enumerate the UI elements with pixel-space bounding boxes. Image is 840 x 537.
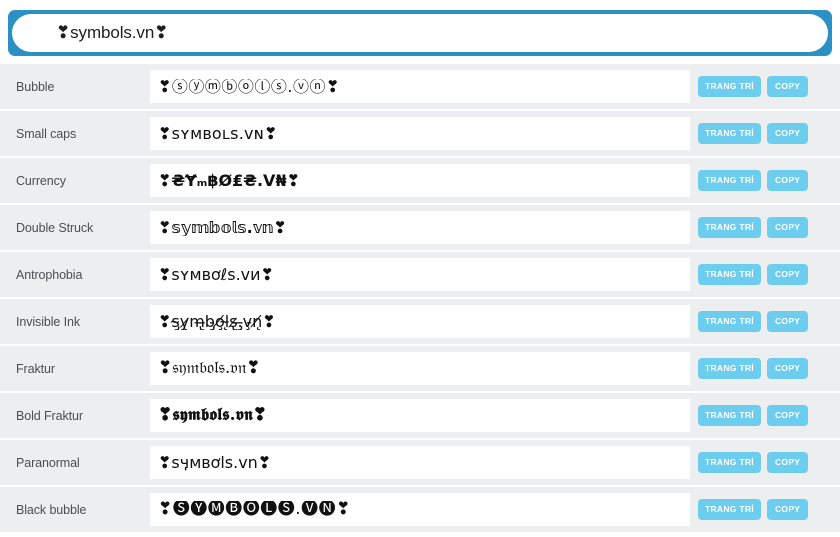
table-row: Antrophobia ❣ꜱʏᴍʙơℓꜱ.vи❣ TRANG TRÍ COPY	[0, 252, 840, 297]
style-name-label: Fraktur	[16, 361, 55, 376]
style-name-label: Bubble	[16, 79, 55, 94]
style-name-label: Paranormal	[16, 455, 80, 470]
copy-button[interactable]: COPY	[766, 405, 809, 426]
styled-text-field[interactable]: ❣ꜱʏᴍʙơℓꜱ.vи❣	[150, 258, 690, 291]
table-row: Bold Fraktur ❣𝖘𝖞𝖒𝖇𝖔𝖑𝖘.𝖛𝖓❣ TRANG TRÍ COPY	[0, 393, 840, 438]
styled-text-value: ❣ꜱӌᴍʙơls.vn❣	[158, 454, 272, 471]
row-actions: TRANG TRÍ COPY	[690, 264, 840, 285]
styled-text-value: ❣s̴̡y̷̨m̶̢b̵̡o̸̧l̴̨s̷̢.̶̡v̵̧n̸̨❣	[158, 313, 276, 330]
decorate-button[interactable]: TRANG TRÍ	[698, 405, 761, 426]
search-bar-container	[8, 10, 832, 56]
style-name-label: Double Struck	[16, 220, 94, 235]
styled-text-field[interactable]: ❣ꜱʏᴍʙᴏʟꜱ.ᴠɴ❣	[150, 117, 690, 150]
copy-button[interactable]: COPY	[766, 123, 809, 144]
styled-text-value: ❣🅢🅨🅜🅑🅞🅛🅢.🅥🅝❣	[158, 501, 351, 518]
style-name-label: Bold Fraktur	[16, 408, 83, 423]
styled-text-field[interactable]: ❣s̴̡y̷̨m̶̢b̵̡o̸̧l̴̨s̷̢.̶̡v̵̧n̸̨❣	[150, 305, 690, 338]
style-name-label: Black bubble	[16, 502, 87, 517]
search-input[interactable]	[12, 14, 828, 52]
copy-button[interactable]: COPY	[766, 499, 809, 520]
row-actions: TRANG TRÍ COPY	[690, 123, 840, 144]
table-row: Bubble ❣ⓢⓨⓜⓑⓞⓛⓢ.ⓥⓝ❣ TRANG TRÍ COPY	[0, 64, 840, 109]
row-actions: TRANG TRÍ COPY	[690, 170, 840, 191]
styled-text-value: ❣₴Ɏₘ฿Ø₤₴.V₦❣	[158, 172, 300, 189]
decorate-button[interactable]: TRANG TRÍ	[698, 170, 761, 191]
styled-text-value: ❣𝕤𝕪𝕞𝕓𝕠𝕝𝕤.𝕧𝕟❣	[158, 219, 287, 236]
row-actions: TRANG TRÍ COPY	[690, 358, 840, 379]
table-row: Invisible Ink ❣s̴̡y̷̨m̶̢b̵̡o̸̧l̴̨s̷̢.̶̡v…	[0, 299, 840, 344]
table-row: Double Struck ❣𝕤𝕪𝕞𝕓𝕠𝕝𝕤.𝕧𝕟❣ TRANG TRÍ COP…	[0, 205, 840, 250]
decorate-button[interactable]: TRANG TRÍ	[698, 499, 761, 520]
copy-button[interactable]: COPY	[766, 217, 809, 238]
row-actions: TRANG TRÍ COPY	[690, 405, 840, 426]
row-actions: TRANG TRÍ COPY	[690, 499, 840, 520]
style-list: Bubble ❣ⓢⓨⓜⓑⓞⓛⓢ.ⓥⓝ❣ TRANG TRÍ COPY Small…	[0, 64, 840, 532]
table-row: Currency ❣₴Ɏₘ฿Ø₤₴.V₦❣ TRANG TRÍ COPY	[0, 158, 840, 203]
decorate-button[interactable]: TRANG TRÍ	[698, 76, 761, 97]
styled-text-field[interactable]: ❣𝔰𝔶𝔪𝔟𝔬𝔩𝔰.𝔳𝔫❣	[150, 352, 690, 385]
table-row: Paranormal ❣ꜱӌᴍʙơls.vn❣ TRANG TRÍ COPY	[0, 440, 840, 485]
copy-button[interactable]: COPY	[766, 358, 809, 379]
styled-text-value: ❣ꜱʏᴍʙơℓꜱ.vи❣	[158, 266, 274, 283]
row-actions: TRANG TRÍ COPY	[690, 217, 840, 238]
decorate-button[interactable]: TRANG TRÍ	[698, 311, 761, 332]
copy-button[interactable]: COPY	[766, 170, 809, 191]
decorate-button[interactable]: TRANG TRÍ	[698, 264, 761, 285]
row-actions: TRANG TRÍ COPY	[690, 311, 840, 332]
styled-text-value: ❣ⓢⓨⓜⓑⓞⓛⓢ.ⓥⓝ❣	[158, 78, 340, 95]
styled-text-field[interactable]: ❣₴Ɏₘ฿Ø₤₴.V₦❣	[150, 164, 690, 197]
decorate-button[interactable]: TRANG TRÍ	[698, 358, 761, 379]
copy-button[interactable]: COPY	[766, 452, 809, 473]
styled-text-field[interactable]: ❣𝕤𝕪𝕞𝕓𝕠𝕝𝕤.𝕧𝕟❣	[150, 211, 690, 244]
copy-button[interactable]: COPY	[766, 311, 809, 332]
decorate-button[interactable]: TRANG TRÍ	[698, 217, 761, 238]
styled-text-field[interactable]: ❣ꜱӌᴍʙơls.vn❣	[150, 446, 690, 479]
copy-button[interactable]: COPY	[766, 264, 809, 285]
style-name-label: Antrophobia	[16, 267, 83, 282]
decorate-button[interactable]: TRANG TRÍ	[698, 123, 761, 144]
style-name-label: Currency	[16, 173, 66, 188]
table-row: Black bubble ❣🅢🅨🅜🅑🅞🅛🅢.🅥🅝❣ TRANG TRÍ COPY	[0, 487, 840, 532]
styled-text-value: ❣ꜱʏᴍʙᴏʟꜱ.ᴠɴ❣	[158, 125, 278, 142]
decorate-button[interactable]: TRANG TRÍ	[698, 452, 761, 473]
table-row: Fraktur ❣𝔰𝔶𝔪𝔟𝔬𝔩𝔰.𝔳𝔫❣ TRANG TRÍ COPY	[0, 346, 840, 391]
row-actions: TRANG TRÍ COPY	[690, 452, 840, 473]
table-row: Small caps ❣ꜱʏᴍʙᴏʟꜱ.ᴠɴ❣ TRANG TRÍ COPY	[0, 111, 840, 156]
styled-text-field[interactable]: ❣𝖘𝖞𝖒𝖇𝖔𝖑𝖘.𝖛𝖓❣	[150, 399, 690, 432]
styled-text-value: ❣𝖘𝖞𝖒𝖇𝖔𝖑𝖘.𝖛𝖓❣	[158, 407, 267, 424]
row-actions: TRANG TRÍ COPY	[690, 76, 840, 97]
styled-text-value: ❣𝔰𝔶𝔪𝔟𝔬𝔩𝔰.𝔳𝔫❣	[158, 360, 261, 377]
style-name-label: Invisible Ink	[16, 314, 81, 329]
styled-text-field[interactable]: ❣ⓢⓨⓜⓑⓞⓛⓢ.ⓥⓝ❣	[150, 70, 690, 103]
style-name-label: Small caps	[16, 126, 77, 141]
styled-text-field[interactable]: ❣🅢🅨🅜🅑🅞🅛🅢.🅥🅝❣	[150, 493, 690, 526]
copy-button[interactable]: COPY	[766, 76, 809, 97]
